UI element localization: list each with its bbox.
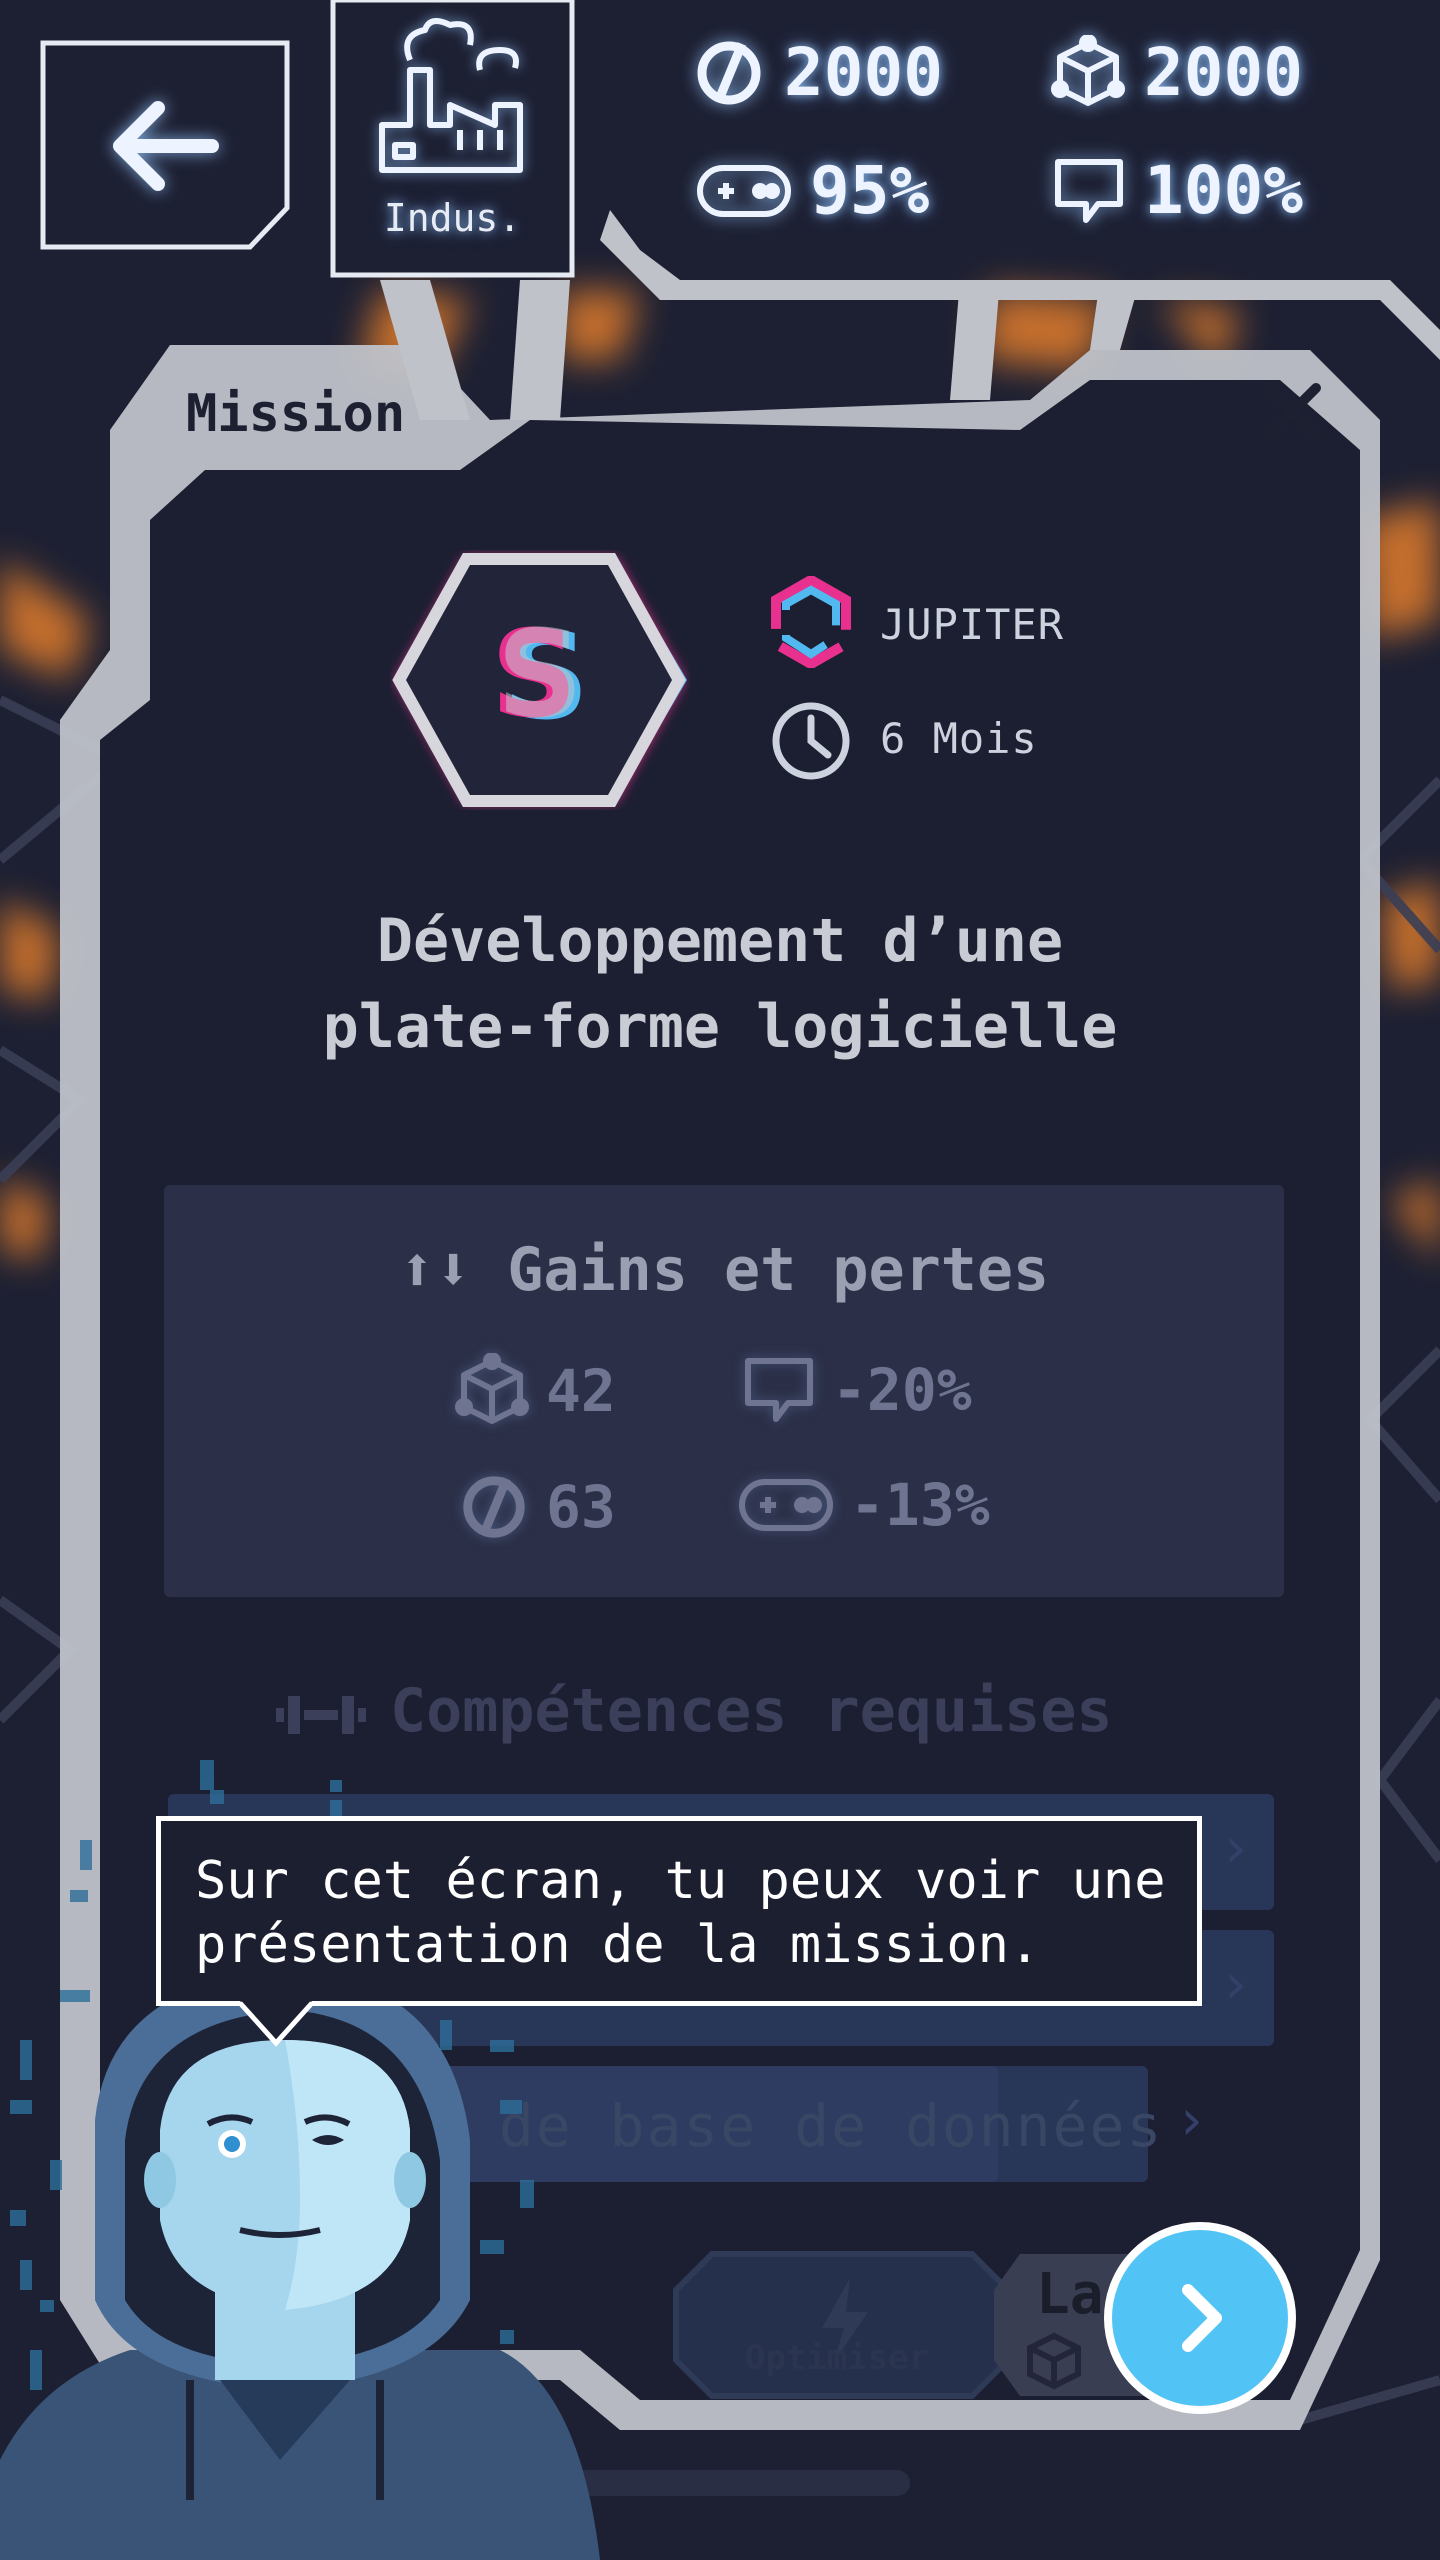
satisfaction-value: 95% xyxy=(810,152,930,229)
chat-icon xyxy=(745,1358,813,1422)
speech-bubble-tail xyxy=(238,2001,314,2047)
gain-item-chat: -20% xyxy=(742,1353,972,1427)
clock-icon xyxy=(772,702,850,780)
chevron-right-icon: › xyxy=(1218,1952,1252,2017)
chevron-right-icon xyxy=(1182,2284,1222,2352)
gains-title: ⬆⬇ Gains et pertes xyxy=(398,1235,1050,1305)
gamepad-stat: 95% xyxy=(696,152,929,229)
cube-icon xyxy=(455,1353,529,1424)
close-button[interactable] xyxy=(1262,382,1322,442)
tutorial-text: Sur cet écran, tu peux voir une présenta… xyxy=(195,1851,1166,1975)
grade-letter: S xyxy=(497,606,583,745)
cube-value: 2000 xyxy=(1144,34,1303,111)
money-value: 2000 xyxy=(784,34,943,111)
mission-duration: 6 Mois xyxy=(880,714,1038,763)
chat-icon xyxy=(1055,158,1123,223)
close-icon xyxy=(1263,383,1321,441)
mission-title-line1: Développement d’une xyxy=(376,906,1064,976)
gain-item-cube: 42 xyxy=(454,1353,616,1429)
client-logo-icon xyxy=(771,576,851,668)
chat-stat: 100% xyxy=(1052,152,1303,229)
cube-icon xyxy=(1051,34,1125,106)
optimize-label: Optimiser xyxy=(744,2338,930,2378)
grade-badge: S S S xyxy=(392,553,687,807)
money-icon xyxy=(697,41,761,104)
tutorial-speech-bubble: Sur cet écran, tu peux voir une présenta… xyxy=(156,1816,1202,2006)
launch-label: La xyxy=(1036,2262,1104,2327)
gamepad-icon xyxy=(739,1479,833,1531)
dumbbell-icon xyxy=(276,1696,366,1734)
mission-title-line2: plate-forme logicielle xyxy=(322,992,1118,1062)
next-button[interactable] xyxy=(1104,2222,1296,2414)
gain-item-gamepad: -13% xyxy=(738,1471,990,1539)
chevron-right-icon: › xyxy=(1174,2088,1208,2153)
gain-item-money: 63 xyxy=(458,1471,616,1543)
client-name: JUPITER xyxy=(880,600,1065,649)
back-button[interactable] xyxy=(40,40,290,250)
cube-stat: 2000 xyxy=(1050,34,1303,111)
mission-title: Développement d’une plate-forme logiciel… xyxy=(150,898,1290,1070)
up-down-arrows-icon: ⬆⬇ xyxy=(398,1235,508,1305)
mission-tab-label: Mission xyxy=(186,384,406,444)
chevron-right-icon: › xyxy=(1218,1816,1252,1881)
gains-panel: ⬆⬇ Gains et pertes 42 -20% 63 -13% xyxy=(164,1185,1284,1597)
money-icon xyxy=(463,1476,525,1538)
gamepad-icon xyxy=(697,164,791,217)
money-stat: 2000 xyxy=(692,34,943,111)
category-tab[interactable]: Indus. xyxy=(330,0,575,278)
category-label: Indus. xyxy=(383,196,522,240)
skills-title: Compétences requises xyxy=(390,1676,1113,1746)
communication-value: 100% xyxy=(1144,152,1303,229)
